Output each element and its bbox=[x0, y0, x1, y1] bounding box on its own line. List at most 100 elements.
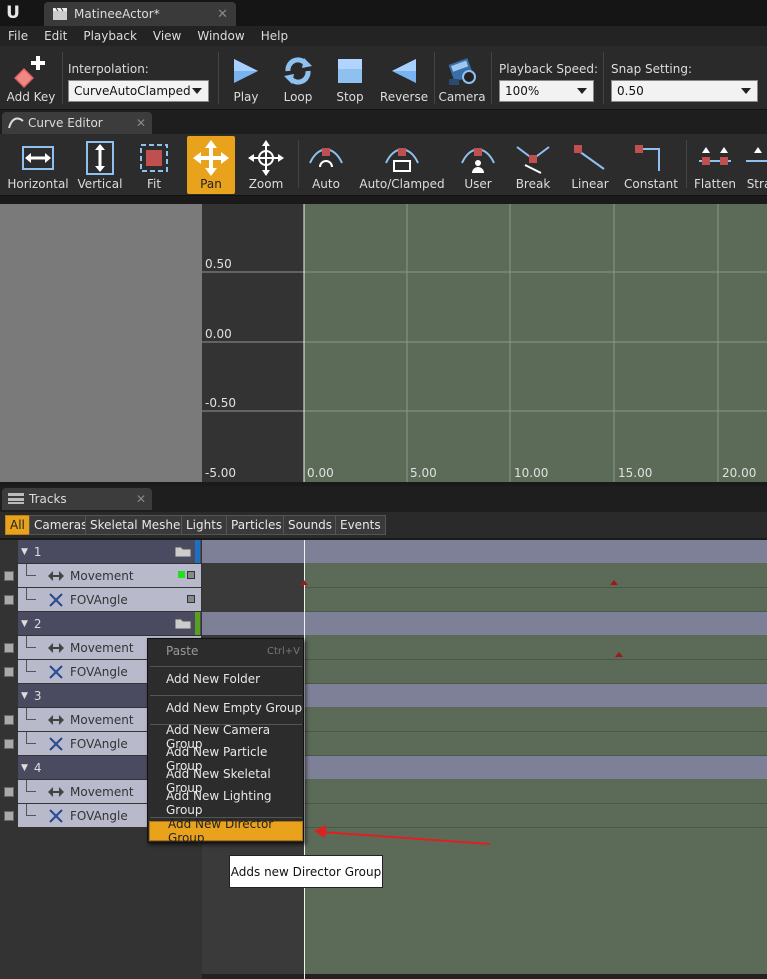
annotation-arrow bbox=[314, 825, 491, 845]
snap-setting-dropdown[interactable]: 0.50 bbox=[611, 80, 758, 102]
menu-item-add-empty-group[interactable]: Add New Empty Group bbox=[148, 698, 305, 718]
zoom-button[interactable]: Zoom bbox=[243, 136, 289, 194]
vertical-fit-button[interactable]: Vertical bbox=[76, 136, 124, 194]
playback-speed-dropdown[interactable]: 100% bbox=[499, 80, 594, 102]
collapse-arrow-icon[interactable]: ▼ bbox=[21, 619, 28, 629]
filter-cameras[interactable]: Cameras bbox=[29, 515, 93, 535]
tracks-icon bbox=[8, 492, 24, 507]
add-key-button[interactable]: Add Key bbox=[4, 46, 58, 110]
vertical-label: Vertical bbox=[77, 177, 123, 191]
track-enable-checkbox[interactable] bbox=[4, 787, 14, 797]
track-group-row[interactable]: ▼ 4 bbox=[0, 756, 767, 780]
track-row[interactable]: Movement bbox=[0, 780, 767, 804]
group-color-bar bbox=[195, 540, 200, 563]
user-button[interactable]: User bbox=[456, 136, 500, 194]
filter-particles[interactable]: Particles bbox=[226, 515, 287, 535]
track-filter-bar: All Cameras Skeletal Meshes Lights Parti… bbox=[0, 512, 767, 538]
menu-view[interactable]: View bbox=[145, 29, 189, 43]
menu-item-add-particle-group[interactable]: Add New Particle Group bbox=[148, 745, 305, 773]
auto-clamped-button[interactable]: Auto/Clamped bbox=[358, 136, 446, 194]
menu-edit[interactable]: Edit bbox=[36, 29, 75, 43]
menu-item-add-director-group[interactable]: Add New Director Group bbox=[149, 817, 303, 845]
filter-lights[interactable]: Lights bbox=[181, 515, 228, 535]
menu-item-add-skeletal-group[interactable]: Add New Skeletal Group bbox=[148, 767, 305, 795]
pan-button[interactable]: Pan bbox=[187, 136, 235, 194]
horizontal-fit-button[interactable]: Horizontal bbox=[6, 136, 70, 194]
folder-icon[interactable] bbox=[174, 545, 192, 560]
track-group-row[interactable]: ▼ 3 bbox=[0, 684, 767, 708]
filter-sounds[interactable]: Sounds bbox=[283, 515, 338, 535]
menu-window[interactable]: Window bbox=[189, 29, 252, 43]
folder-icon[interactable] bbox=[174, 617, 192, 632]
collapse-arrow-icon[interactable]: ▼ bbox=[21, 691, 28, 701]
track-enable-checkbox[interactable] bbox=[4, 715, 14, 725]
straighten-button[interactable]: Stra bbox=[744, 136, 767, 194]
curve-toggle-icon[interactable] bbox=[187, 595, 195, 603]
track-enable-checkbox[interactable] bbox=[4, 739, 14, 749]
interpolation-value: CurveAutoClamped bbox=[74, 84, 191, 98]
document-tab[interactable]: MatineeActor* ✕ bbox=[44, 2, 236, 26]
auto-clamped-label: Auto/Clamped bbox=[359, 177, 445, 191]
track-enable-checkbox[interactable] bbox=[4, 571, 14, 581]
camera-button[interactable]: Camera bbox=[438, 46, 486, 110]
main-toolbar: Add Key Interpolation: CurveAutoClamped … bbox=[0, 46, 767, 110]
break-button[interactable]: Break bbox=[510, 136, 556, 194]
track-enable-checkbox[interactable] bbox=[4, 667, 14, 677]
menu-item-paste[interactable]: Paste Ctrl+V bbox=[148, 641, 305, 661]
filter-all[interactable]: All bbox=[5, 515, 30, 535]
y-tick-label: 0.00 bbox=[205, 327, 232, 341]
menu-item-add-lighting-group[interactable]: Add New Lighting Group bbox=[148, 789, 305, 817]
curve-toggle-icon[interactable] bbox=[187, 571, 195, 579]
menu-item-add-camera-group[interactable]: Add New Camera Group bbox=[148, 723, 305, 751]
stop-button[interactable]: Stop bbox=[328, 46, 372, 110]
track-enable-checkbox[interactable] bbox=[4, 811, 14, 821]
auto-label: Auto bbox=[312, 177, 340, 191]
property-track-icon bbox=[48, 808, 64, 823]
track-enable-checkbox[interactable] bbox=[4, 595, 14, 605]
filter-events[interactable]: Events bbox=[335, 515, 386, 535]
linear-button[interactable]: Linear bbox=[566, 136, 614, 194]
tree-line bbox=[26, 564, 36, 576]
collapse-arrow-icon[interactable]: ▼ bbox=[21, 547, 28, 557]
break-label: Break bbox=[515, 177, 551, 191]
unreal-logo-icon[interactable]: U bbox=[2, 2, 24, 24]
menu-file[interactable]: File bbox=[0, 29, 36, 43]
tab-curve-editor[interactable]: Curve Editor ✕ bbox=[2, 112, 152, 134]
menu-playback[interactable]: Playback bbox=[75, 29, 145, 43]
close-tab-icon[interactable]: ✕ bbox=[217, 7, 228, 22]
curve-visible-toggle[interactable] bbox=[178, 571, 185, 578]
vertical-icon bbox=[85, 139, 115, 177]
paste-label: Paste bbox=[166, 644, 199, 658]
curve-editor-toolbar: Horizontal Vertical Fit Pan Zoom Auto Au… bbox=[0, 134, 767, 196]
close-tab-icon[interactable]: ✕ bbox=[136, 116, 146, 130]
play-button[interactable]: Play bbox=[226, 46, 266, 110]
camera-icon bbox=[445, 54, 479, 88]
camera-label: Camera bbox=[438, 90, 486, 104]
filter-skeletal-meshes[interactable]: Skeletal Meshes bbox=[85, 515, 192, 535]
collapse-arrow-icon[interactable]: ▼ bbox=[21, 763, 28, 773]
auto-button[interactable]: Auto bbox=[304, 136, 348, 194]
interpolation-dropdown[interactable]: CurveAutoClamped bbox=[68, 80, 209, 102]
constant-button[interactable]: Constant bbox=[622, 136, 680, 194]
tab-tracks[interactable]: Tracks ✕ bbox=[2, 488, 152, 510]
fit-button[interactable]: Fit bbox=[132, 136, 176, 194]
reverse-button[interactable]: Reverse bbox=[380, 46, 428, 110]
track-row[interactable]: FOVAngle bbox=[0, 732, 767, 756]
close-tab-icon[interactable]: ✕ bbox=[136, 492, 146, 506]
context-menu: Paste Ctrl+V Add New Folder Add New Empt… bbox=[147, 638, 305, 845]
track-enable-checkbox[interactable] bbox=[4, 643, 14, 653]
x-tick-label: 5.00 bbox=[410, 466, 437, 480]
curve-editor-icon bbox=[8, 115, 24, 132]
linear-label: Linear bbox=[571, 177, 609, 191]
loop-button[interactable]: Loop bbox=[276, 46, 320, 110]
track-group-row[interactable]: ▼ 1 bbox=[0, 540, 767, 564]
flatten-button[interactable]: Flatten bbox=[692, 136, 738, 194]
track-name: FOVAngle bbox=[70, 736, 128, 751]
track-row[interactable]: Movement bbox=[0, 708, 767, 732]
property-track-icon bbox=[48, 664, 64, 679]
menu-help[interactable]: Help bbox=[253, 29, 296, 43]
horizontal-icon bbox=[21, 139, 55, 177]
track-row[interactable]: FOVAngle bbox=[0, 660, 767, 684]
menu-item-add-folder[interactable]: Add New Folder bbox=[148, 669, 305, 689]
chevron-down-icon bbox=[192, 88, 202, 94]
